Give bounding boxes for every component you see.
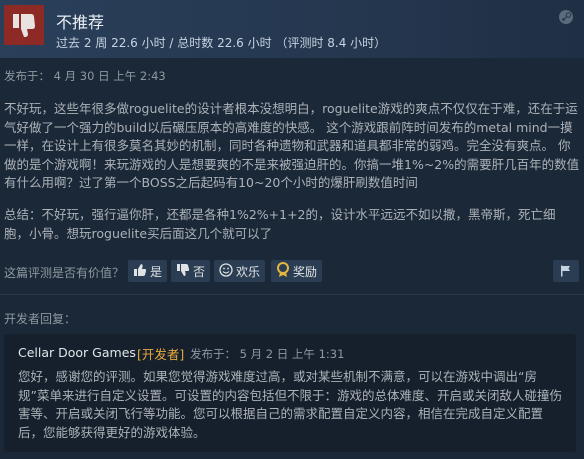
developer-badge: [开发者]: [137, 347, 185, 362]
playtime-info: 过去 2 周 22.6 小时 / 总时数 22.6 小时 （评测时 8.4 小时…: [56, 36, 387, 50]
developer-response-text: 您好，感谢您的评测。如果您觉得游戏难度过高，或对某些机制不满意，可以在游戏中调出…: [18, 369, 562, 440]
posted-date: 发布于： 4 月 30 日 上午 2:43: [4, 69, 166, 83]
vote-funny-button[interactable]: 欢乐: [214, 260, 266, 282]
award-icon: [276, 261, 293, 281]
award-label: 奖励: [293, 264, 318, 279]
thumbs-down-icon: [176, 263, 193, 280]
helpful-row: 这篇评测是否有价值？ 是 否 欢乐 奖励: [0, 258, 584, 284]
vote-no-label: 否: [193, 264, 206, 279]
review-body: 不好玩，这些年很多做roguelite的设计者根本没想明白，roguelite游…: [4, 101, 580, 190]
thumbs-up-icon: [133, 263, 150, 280]
steam-icon: [558, 9, 574, 29]
review-summary: 总结：不好玩，强行逼你肝，还都是各种1%2%+1+2的，设计水平远远不如以撒，黑…: [4, 207, 556, 241]
developer-name: Cellar Door Games: [18, 345, 136, 360]
developer-response: Cellar Door Games [开发者] 发布于： 5 月 2 日 上午 …: [4, 334, 576, 452]
smiley-icon: [219, 262, 236, 280]
report-flag-button[interactable]: [553, 260, 579, 282]
vote-no-button[interactable]: 否: [171, 260, 211, 282]
award-button[interactable]: 奖励: [271, 260, 323, 282]
vote-funny-label: 欢乐: [236, 264, 261, 279]
vote-yes-button[interactable]: 是: [128, 260, 168, 282]
helpful-question: 这篇评测是否有价值？: [4, 266, 125, 280]
developer-response-label: 开发者回复：: [4, 312, 77, 326]
section-divider: [0, 294, 584, 295]
recommendation-title: 不推荐: [56, 13, 105, 32]
developer-posted-date: 发布于： 5 月 2 日 上午 1:31: [190, 347, 345, 361]
review-header: 不推荐 过去 2 周 22.6 小时 / 总时数 22.6 小时 （评测时 8.…: [0, 0, 584, 58]
flag-icon: [560, 262, 572, 281]
thumbs-down-icon: [4, 5, 44, 45]
vote-yes-label: 是: [150, 264, 163, 279]
